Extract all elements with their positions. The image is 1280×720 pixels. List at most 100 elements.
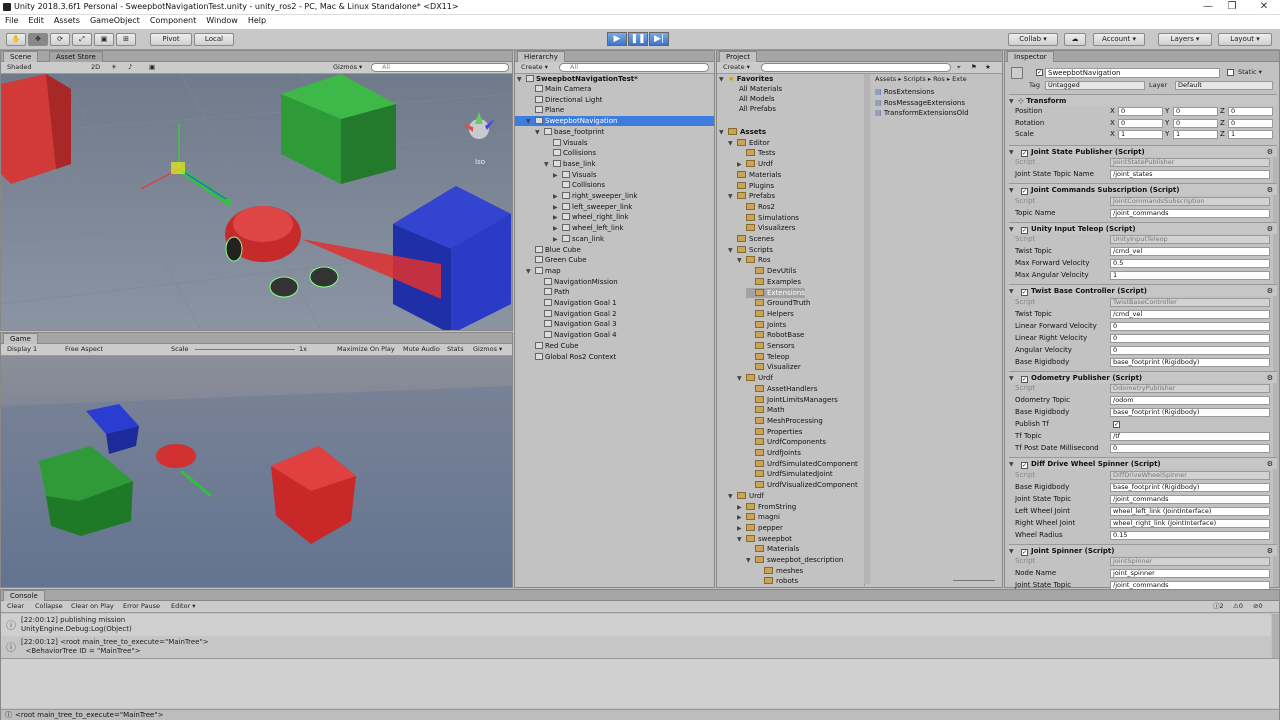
collab-button[interactable]: Collab ▾ — [1008, 33, 1058, 46]
transform-z-field[interactable]: 1 — [1228, 130, 1273, 139]
project-folder-item[interactable]: ▶ Urdf — [737, 159, 773, 169]
transform-x-field[interactable]: 0 — [1118, 107, 1163, 116]
project-folder-item[interactable]: ▶ pepper — [737, 523, 783, 533]
hierarchy-item[interactable]: ▶ wheel_right_link — [553, 212, 629, 222]
project-folder-item[interactable]: MeshProcessing — [746, 416, 823, 426]
project-folder-item[interactable]: Sensors — [746, 341, 795, 351]
component-enabled-checkbox[interactable]: ✓ — [1021, 149, 1028, 157]
property-value-field[interactable]: base_footprint (Rigidbody) — [1110, 408, 1270, 417]
hierarchy-item[interactable]: Global Ros2 Context — [526, 352, 616, 362]
hierarchy-item[interactable]: Navigation Goal 4 — [535, 330, 617, 340]
project-folder-item[interactable]: Joints — [746, 320, 786, 330]
step-button[interactable]: ▶| — [649, 32, 669, 46]
display-dropdown[interactable]: Display 1 — [7, 345, 37, 354]
project-folder-item[interactable]: DevUtils — [746, 266, 796, 276]
component-enabled-checkbox[interactable]: ✓ — [1021, 226, 1028, 234]
property-value-field[interactable]: 1 — [1110, 271, 1270, 280]
hierarchy-item[interactable]: Navigation Goal 1 — [535, 298, 617, 308]
menu-file[interactable]: File — [0, 15, 23, 25]
component-header[interactable]: ▼ ✓ Twist Base Controller (Script) ⚙ — [1009, 284, 1277, 296]
property-value-field[interactable]: /tf — [1110, 432, 1270, 441]
project-folder-item[interactable]: UrdfJoints — [746, 448, 801, 458]
project-folder-item[interactable]: ▼ sweepbot — [737, 534, 792, 544]
expand-arrow-icon[interactable]: ▼ — [737, 256, 746, 266]
project-folder-item[interactable]: Properties — [746, 427, 802, 437]
tab-inspector[interactable]: Inspector — [1007, 51, 1054, 62]
favorite-all-prefabs[interactable]: All Prefabs — [739, 104, 776, 114]
scene-viewport[interactable]: Iso — [1, 74, 512, 330]
expand-arrow-icon[interactable]: ▼ — [719, 128, 728, 138]
scale-tool-icon[interactable]: ⤢ — [72, 33, 92, 46]
favorite-all-materials[interactable]: All Materials — [739, 84, 782, 94]
property-value-field[interactable]: /cmd_vel — [1110, 309, 1270, 319]
filter-type-icon[interactable]: ⌖ — [957, 63, 961, 72]
hierarchy-item[interactable]: ▼ map — [526, 266, 561, 276]
property-value-field[interactable]: joint_spinner — [1110, 569, 1270, 578]
account-button[interactable]: Account ▾ — [1093, 33, 1145, 46]
favorite-all-models[interactable]: All Models — [739, 94, 775, 104]
property-value-field[interactable]: OdometryPublisher — [1110, 384, 1270, 393]
project-folder-item[interactable]: Tests — [737, 148, 775, 158]
static-dropdown[interactable]: Static ▾ — [1238, 68, 1262, 77]
hierarchy-item[interactable]: ▼ base_footprint — [535, 127, 604, 137]
tab-project[interactable]: Project — [719, 51, 757, 62]
menu-window[interactable]: Window — [201, 15, 243, 25]
project-folder-item[interactable]: Simulations — [737, 213, 799, 223]
scene-gizmos-dropdown[interactable]: Gizmos ▾ — [333, 63, 362, 72]
project-folder-item[interactable]: Materials — [746, 544, 799, 554]
hierarchy-item[interactable]: ▶ right_sweeper_link — [553, 191, 637, 201]
project-folder-item[interactable]: Math — [746, 405, 785, 415]
hierarchy-search-input[interactable]: All — [559, 63, 709, 72]
tab-scene[interactable]: Scene — [3, 51, 39, 62]
project-folder-item[interactable]: ▶ FromString — [737, 502, 796, 512]
project-folder-item[interactable]: Scenes — [728, 234, 774, 244]
effects-icon[interactable]: ▣ — [149, 63, 155, 72]
inspector-scrollbar[interactable] — [1273, 147, 1279, 587]
component-settings-gear-icon[interactable]: ⚙ — [1267, 372, 1273, 384]
component-enabled-checkbox[interactable]: ✓ — [1021, 462, 1028, 469]
property-value-field[interactable]: 0.15 — [1110, 530, 1270, 540]
property-value-field[interactable]: /joint_commands — [1110, 494, 1270, 504]
menu-assets[interactable]: Assets — [49, 15, 85, 25]
hierarchy-item[interactable]: Path — [535, 287, 569, 297]
tab-hierarchy[interactable]: Hierarchy — [517, 51, 565, 62]
hierarchy-item[interactable]: Main Camera — [526, 84, 591, 94]
hierarchy-item[interactable]: ▶ wheel_left_link — [553, 223, 623, 233]
filter-label-icon[interactable]: ⚑ — [971, 63, 977, 72]
expand-arrow-icon[interactable]: ▼ — [544, 160, 553, 170]
hierarchy-item[interactable]: Collisions — [544, 148, 596, 158]
transform-x-field[interactable]: 1 — [1118, 130, 1163, 139]
expand-arrow-icon[interactable]: ▼ — [728, 192, 737, 202]
gameobject-name-field[interactable]: SweepbotNavigation — [1045, 68, 1220, 78]
property-value-field[interactable]: /cmd_vel — [1110, 247, 1270, 256]
property-value-field[interactable]: 0 — [1110, 444, 1270, 453]
expand-arrow-icon[interactable]: ▶ — [737, 160, 746, 170]
hierarchy-item[interactable]: ▼ base_link — [544, 159, 596, 169]
hand-tool-icon[interactable]: ✋ — [6, 33, 26, 46]
property-value-field[interactable]: ✓ — [1113, 421, 1120, 428]
expand-arrow-icon[interactable]: ▶ — [737, 524, 746, 534]
component-header[interactable]: ▼ ✓ Joint Spinner (Script) ⚙ — [1009, 543, 1277, 557]
project-folder-item[interactable]: UrdfComponents — [746, 437, 826, 447]
property-value-field[interactable]: UnityInputTeleop — [1110, 235, 1270, 244]
scene-search-input[interactable]: All — [371, 63, 509, 72]
hierarchy-item[interactable]: Green Cube — [526, 255, 587, 265]
component-settings-gear-icon[interactable]: ⚙ — [1267, 545, 1273, 557]
2d-toggle[interactable]: 2D — [91, 63, 100, 72]
hierarchy-item[interactable]: ▶ Visuals — [553, 170, 597, 180]
expand-arrow-icon[interactable]: ▼ — [746, 556, 755, 566]
transform-y-field[interactable]: 0 — [1173, 118, 1218, 128]
component-settings-gear-icon[interactable]: ⚙ — [1267, 184, 1273, 196]
layer-dropdown[interactable]: Default — [1175, 81, 1273, 90]
expand-arrow-icon[interactable]: ▼ — [526, 267, 535, 277]
expand-arrow-icon[interactable]: ▼ — [535, 128, 544, 138]
property-value-field[interactable]: 0 — [1110, 345, 1270, 355]
project-folder-item[interactable]: UrdfSimulatedJoint — [746, 469, 833, 479]
game-gizmos-dropdown[interactable]: Gizmos ▾ — [473, 345, 502, 354]
property-value-field[interactable]: wheel_right_link (JointInterface) — [1110, 518, 1270, 528]
property-value-field[interactable]: base_footprint (Rigidbody) — [1110, 357, 1270, 367]
project-folder-item[interactable]: Visualizer — [746, 362, 801, 372]
scene-root[interactable]: ▼ SweepbotNavigationTest* — [517, 74, 638, 84]
transform-y-field[interactable]: 0 — [1173, 107, 1218, 116]
favorite-star-icon[interactable]: ★ — [985, 63, 991, 72]
